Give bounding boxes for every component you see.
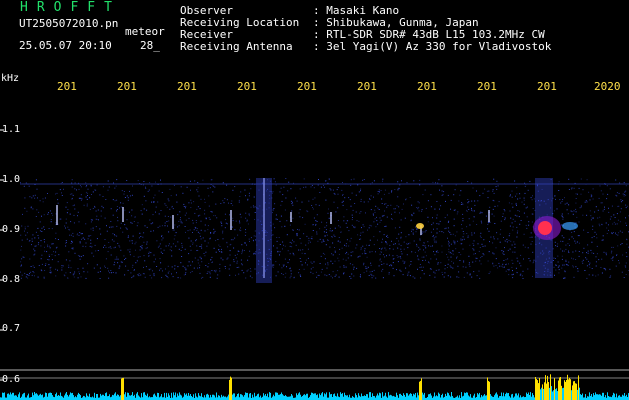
freq-tick: 0.9 <box>2 224 21 235</box>
hrofft-logo: HROFFT <box>20 0 121 15</box>
time-tick: 201 <box>237 80 257 93</box>
meteor-echo-streak <box>172 215 174 229</box>
file-name: UT2505072010.pn <box>19 17 119 30</box>
time-tick: 201 <box>357 80 377 93</box>
meteor-echo-streak <box>122 207 124 222</box>
meteor-echo-streak <box>488 210 490 222</box>
freq-tick: 1.0 <box>2 174 21 185</box>
capture-datetime: 25.05.07 20:10 <box>19 39 112 52</box>
meteor-count: 28_ <box>140 39 160 52</box>
echo-tail <box>562 222 578 230</box>
time-tick: 201 <box>417 80 437 93</box>
meteor-echo-streak <box>56 205 58 225</box>
meteor-echo-streak <box>230 210 232 230</box>
freq-tick: 1.1 <box>2 124 21 135</box>
freq-tick: 0.8 <box>2 274 21 285</box>
time-tick: 201 <box>477 80 497 93</box>
echo-hotspot <box>538 221 552 235</box>
freq-unit-label: kHz <box>1 73 20 84</box>
time-tick: 2020 <box>594 80 621 93</box>
freq-tick: 0.7 <box>2 323 21 334</box>
label-antenna: Receiving Antenna <box>180 40 293 53</box>
spectrogram-canvas <box>0 129 629 400</box>
meteor-echo-streak <box>330 212 332 224</box>
time-tick: 201 <box>177 80 197 93</box>
echo-column <box>256 178 272 283</box>
meteor-echo-streak <box>290 212 292 222</box>
meteor-label: meteor <box>125 25 165 38</box>
echo-small <box>416 223 424 229</box>
time-tick: 201 <box>117 80 137 93</box>
value-antenna: : 3el Yagi(V) Az 330 for Vladivostok <box>313 40 552 53</box>
time-tick: 201 <box>537 80 557 93</box>
time-tick: 201 <box>297 80 317 93</box>
time-tick: 201 <box>57 80 77 93</box>
freq-tick: 0.6 <box>2 374 21 385</box>
